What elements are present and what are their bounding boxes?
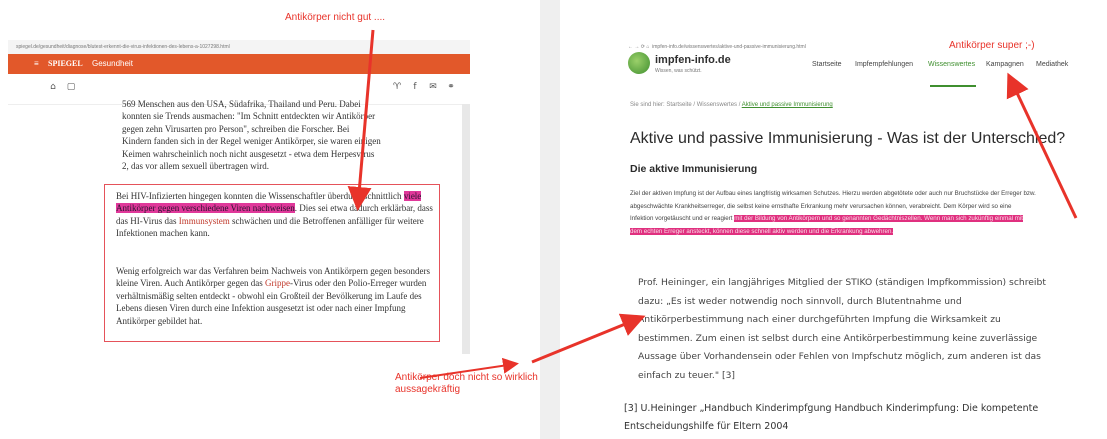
breadcrumb: Sie sind hier: Startseite / Wissenswerte… — [630, 102, 833, 108]
impfen-logo-text[interactable]: impfen-info.de — [655, 54, 731, 66]
panel-divider — [540, 0, 560, 439]
article-line: Kindern fanden sich in der Regel weniger… — [122, 136, 381, 147]
address-bar-left[interactable]: spiegel.de/gesundheit/diagnose/blutest-e… — [8, 40, 470, 54]
page-title: Aktive und passive Immunisierung - Was i… — [630, 130, 1066, 147]
hamburger-icon[interactable]: ≡ — [34, 54, 39, 74]
twitter-icon[interactable]: ♈ — [392, 82, 402, 92]
quote-block: Prof. Heininger, ein langjähriges Mitgli… — [630, 274, 1050, 386]
article-line: 569 Menschen aus den USA, Südafrika, Tha… — [122, 99, 361, 109]
nav-kampagnen[interactable]: Kampagnen — [986, 61, 1024, 68]
body-text: Ziel der aktiven Impfung ist der Aufbau … — [630, 188, 1036, 238]
facebook-icon[interactable]: f — [410, 82, 420, 92]
article-text-top: 569 Menschen aus den USA, Südafrika, Tha… — [122, 98, 440, 172]
annotation-left: Antikörper nicht gut .... — [285, 12, 386, 23]
comment-icon[interactable]: ▢ — [66, 82, 76, 92]
nav-wissenswertes[interactable]: Wissenswertes — [928, 61, 975, 68]
url-text[interactable]: impfen-info.de/wissenswertes/aktive-und-… — [652, 44, 806, 50]
annotation-right: Antikörper super ;-) — [949, 40, 1035, 51]
reference-note: [3] U.Heininger „Handbuch Kinderimpfgung… — [624, 403, 1039, 432]
scrollbar[interactable] — [462, 104, 470, 354]
address-bar-right[interactable]: ← → ⟳ ⌂ impfen-info.de/wissenswertes/akt… — [628, 42, 928, 52]
mail-icon[interactable]: ✉ — [428, 82, 438, 92]
nav-startseite[interactable]: Startseite — [812, 61, 842, 68]
nav-impfempfehlungen[interactable]: Impfempfehlungen — [855, 61, 913, 68]
nav-mediathek[interactable]: Mediathek — [1036, 61, 1068, 68]
article-line: Keimen wahrscheinlich noch nicht ausgese… — [122, 148, 375, 159]
spiegel-logo[interactable]: SPIEGEL — [48, 54, 83, 74]
annotation-line: Antikörper doch nicht so wirklich — [395, 372, 538, 383]
article-line: gegen zehn Virusarten pro Person", schre… — [122, 123, 350, 134]
breadcrumb-prefix[interactable]: Sie sind hier: Startseite / Wissenswerte… — [630, 102, 742, 108]
article-line: 2, das vor allem sexuell übertragen wird… — [122, 161, 269, 172]
breadcrumb-active[interactable]: Aktive und passive Immunisierung — [742, 102, 833, 108]
section-label[interactable]: Gesundheit — [92, 54, 133, 74]
article-paragraph-viruses: Wenig erfolgreich war das Verfahren beim… — [116, 265, 434, 327]
paragraph-text: Bei HIV-Infizierten hingegen konnten die… — [116, 191, 404, 201]
section-heading: Die aktive Immunisierung — [630, 163, 758, 175]
article-line: konnten sie Trends ausmachen: "Im Schnit… — [122, 111, 376, 122]
quote-text: Prof. Heininger, ein langjähriges Mitgli… — [638, 277, 1046, 381]
spiegel-header-bar: ≡ SPIEGEL Gesundheit — [8, 54, 470, 74]
impfen-logo-icon[interactable] — [628, 52, 650, 74]
annotation-bottom: Antikörper doch nicht so wirklich aussag… — [395, 372, 538, 396]
link-icon[interactable]: ⚭ — [446, 82, 456, 92]
logo-tagline: Wissen, was schützt. — [655, 68, 702, 74]
grippe-link[interactable]: Grippe — [265, 278, 290, 288]
annotation-line: aussagekräftig — [395, 384, 461, 395]
home-icon[interactable]: ⌂ — [48, 82, 58, 92]
immunsystem-link[interactable]: Immunsystem — [179, 216, 230, 226]
nav-active-underline — [930, 85, 976, 87]
article-paragraph-hiv: Bei HIV-Infizierten hingegen konnten die… — [116, 190, 434, 240]
